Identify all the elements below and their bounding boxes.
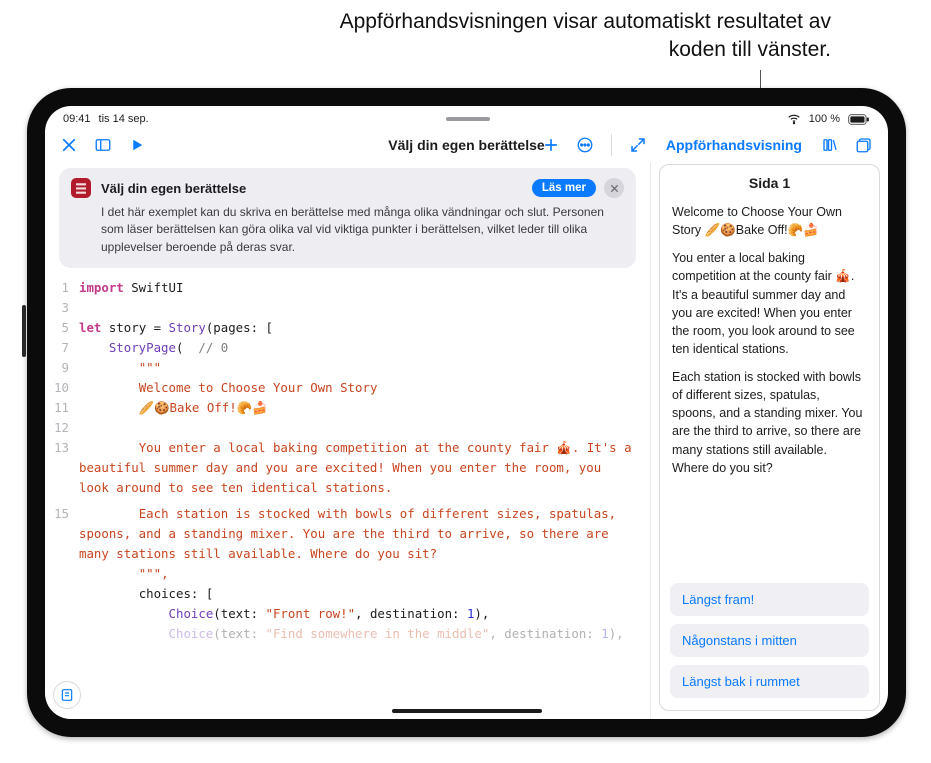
app-preview: Sida 1 Welcome to Choose Your Own Story … — [659, 164, 880, 711]
library-button[interactable] — [820, 135, 840, 155]
line-number: 9 — [45, 358, 79, 378]
close-button[interactable] — [59, 135, 79, 155]
line-number: 5 — [45, 318, 79, 338]
ipad-side-button — [22, 305, 26, 357]
info-banner: Välj din egen berättelse Läs mer I det h… — [59, 168, 636, 268]
ipad-frame: 09:41 tis 14 sep. 100 % — [27, 88, 906, 737]
fade-gradient — [45, 681, 650, 719]
status-time: 09:41 — [63, 113, 91, 125]
workspace: Välj din egen berättelse Läs mer I det h… — [45, 162, 888, 719]
line-number: 1 — [45, 278, 79, 298]
line-number: 10 — [45, 378, 79, 398]
line-number: 12 — [45, 418, 79, 438]
add-button[interactable] — [541, 135, 561, 155]
code-pane: Välj din egen berättelse Läs mer I det h… — [45, 162, 650, 719]
status-bar: 09:41 tis 14 sep. 100 % — [45, 106, 888, 128]
preview-label[interactable]: Appförhandsvisning — [666, 137, 802, 153]
preview-page-title: Sida 1 — [660, 165, 879, 197]
battery-icon — [848, 114, 870, 125]
line-number: 11 — [45, 398, 79, 418]
line-number: 13 — [45, 438, 79, 498]
sidebar-toggle-button[interactable] — [93, 135, 113, 155]
preview-paragraph: You enter a local baking competition at … — [672, 249, 867, 358]
preview-paragraph: Each station is stocked with bowls of di… — [672, 368, 867, 477]
line-number: 3 — [45, 298, 79, 318]
info-banner-title: Välj din egen berättelse — [101, 181, 246, 196]
line-number: 15 — [45, 504, 79, 564]
multitask-handle[interactable] — [446, 117, 490, 121]
annotation-caption: Appförhandsvisningen visar automatiskt r… — [311, 8, 831, 65]
line-number: 7 — [45, 338, 79, 358]
files-button[interactable] — [854, 135, 874, 155]
choice-button[interactable]: Längst fram! — [670, 583, 869, 616]
status-date: tis 14 sep. — [99, 113, 149, 125]
dismiss-banner-button[interactable] — [604, 178, 624, 198]
navbar: Välj din egen berättelse Appförhandsvisn… — [45, 128, 888, 162]
project-icon — [71, 178, 91, 198]
preview-body: Welcome to Choose Your Own Story 🥖🍪Bake … — [660, 197, 879, 495]
learn-more-button[interactable]: Läs mer — [532, 179, 596, 197]
choice-button[interactable]: Någonstans i mitten — [670, 624, 869, 657]
run-button[interactable] — [127, 135, 147, 155]
navbar-separator — [611, 134, 612, 156]
home-indicator[interactable] — [392, 709, 542, 713]
documentation-button[interactable] — [53, 681, 81, 709]
more-button[interactable] — [575, 135, 595, 155]
preview-choices: Längst fram! Någonstans i mitten Längst … — [660, 575, 879, 710]
choice-button[interactable]: Längst bak i rummet — [670, 665, 869, 698]
info-banner-body: I det här exemplet kan du skriva en berä… — [71, 204, 624, 256]
ipad-screen: 09:41 tis 14 sep. 100 % — [45, 106, 888, 719]
expand-preview-button[interactable] — [628, 135, 648, 155]
preview-pane: Sida 1 Welcome to Choose Your Own Story … — [650, 162, 888, 719]
wifi-icon — [787, 112, 801, 126]
preview-paragraph: Welcome to Choose Your Own Story 🥖🍪Bake … — [672, 203, 867, 239]
code-editor[interactable]: 1import SwiftUI 3 5let story = Story(pag… — [45, 274, 650, 719]
battery-percent: 100 % — [809, 113, 840, 125]
